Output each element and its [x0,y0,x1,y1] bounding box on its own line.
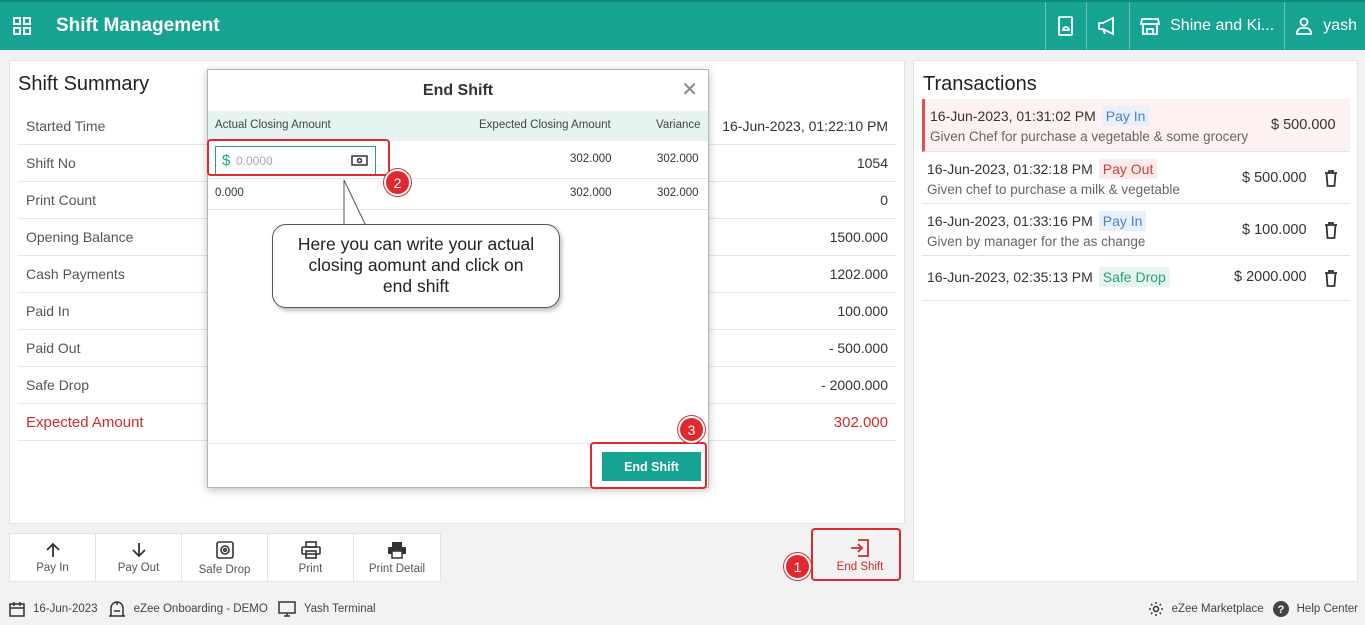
footer-date: 16-Jun-2023 [9,601,98,617]
dialog-table-header: Actual Closing Amount Expected Closing A… [208,111,708,141]
help-icon: ? [1272,600,1289,617]
delete-icon[interactable] [1324,169,1338,187]
summary-value: 100.000 [837,303,888,319]
app-header: Shift Management Shine and Ki... yash [0,0,1365,50]
transaction-amount: $ 2000.000 [1234,269,1307,285]
footer-terminal: Yash Terminal [278,600,376,617]
shift-toolbar: Pay In Pay Out Safe Drop Print Print Det… [9,533,441,582]
col-expected-closing: Expected Closing Amount [479,119,611,131]
transactions-panel: Transactions 16-Jun-2023, 01:31:02 PM Pa… [913,60,1358,582]
variance-value: 302.000 [657,153,699,165]
summary-value: 1500.000 [829,229,888,245]
summary-value: - 2000.000 [821,377,888,393]
announcement-button[interactable] [1086,2,1129,50]
marketplace-link[interactable]: eZee Marketplace [1148,601,1264,617]
summary-value: 0 [880,192,888,208]
calendar-icon [9,601,25,617]
transaction-amount: $ 100.000 [1242,222,1307,238]
transaction-datetime: 16-Jun-2023, 01:32:18 PM [927,161,1093,177]
arrow-down-icon [131,542,146,557]
user-menu[interactable]: yash [1284,2,1365,50]
summary-label: Paid In [26,303,70,319]
transaction-datetime: 16-Jun-2023, 01:33:16 PM [927,213,1093,229]
delete-icon[interactable] [1324,221,1338,239]
transaction-amount: $ 500.000 [1242,170,1307,186]
summary-value: - 500.000 [828,340,888,356]
transaction-description: Given chef to purchase a milk & vegetabl… [927,182,1180,197]
summary-value: 16-Jun-2023, 01:22:10 PM [722,118,888,134]
transaction-description: Given by manager for the as change [927,234,1146,249]
step-marker-3: 3 [678,416,705,443]
transaction-type-badge: Pay Out [1098,159,1158,179]
store-icon [1140,18,1161,35]
summary-label: Shift No [26,155,76,171]
tutorial-callout: Here you can write your actual closing a… [272,224,560,308]
printer-icon [300,540,321,559]
printer-detail-icon [388,541,406,559]
apps-grid-icon[interactable] [0,2,44,50]
safe-drop-button[interactable]: Safe Drop [182,534,268,581]
transaction-amount: $ 500.000 [1271,117,1336,133]
arrow-up-icon [45,542,60,557]
help-center-link[interactable]: ? Help Center [1272,600,1358,617]
print-detail-button[interactable]: Print Detail [354,534,440,581]
shift-summary-title: Shift Summary [18,73,150,95]
gear-icon [1148,601,1163,616]
summary-label: Cash Payments [26,266,125,282]
transaction-type-badge: Pay In [1098,211,1147,231]
room-service-icon [1058,16,1074,36]
transaction-item[interactable]: 16-Jun-2023, 02:35:13 PM Safe Drop $ 200… [922,256,1350,301]
user-name: yash [1323,17,1357,34]
delete-icon[interactable] [1324,269,1338,287]
safe-icon [215,540,234,559]
summary-label: Started Time [26,118,106,134]
transaction-description: Given Chef for purchase a vegetable & so… [930,129,1249,144]
total-variance-value: 302.000 [657,187,699,199]
highlight-end-shift-button [590,442,707,489]
print-button[interactable]: Print [268,534,354,581]
step-marker-2: 2 [384,169,411,196]
summary-value: 302.000 [833,413,888,431]
svg-text:?: ? [1277,604,1284,616]
summary-value: 1202.000 [829,266,888,282]
footer-outlet: eZee Onboarding - DEMO [108,600,268,617]
megaphone-icon [1098,16,1115,36]
monitor-icon [278,600,296,617]
transaction-datetime: 16-Jun-2023, 01:31:02 PM [930,108,1096,124]
col-variance: Variance [656,119,701,131]
pay-out-button[interactable]: Pay Out [96,534,182,581]
callout-pointer [343,179,367,227]
summary-label: Safe Drop [26,377,90,393]
expected-closing-value: 302.000 [570,153,612,165]
summary-label: Paid Out [26,340,81,356]
summary-value: 1054 [856,155,888,171]
transaction-item[interactable]: 16-Jun-2023, 01:32:18 PM Pay Out Given c… [922,152,1350,204]
close-icon[interactable]: ✕ [681,80,698,100]
total-expected-value: 302.000 [570,187,612,199]
summary-label: Opening Balance [26,229,134,245]
page-title: Shift Management [56,15,220,36]
user-icon [1296,17,1313,35]
outlet-icon [108,600,125,617]
transaction-item[interactable]: 16-Jun-2023, 01:31:02 PM Pay In Given Ch… [922,99,1350,152]
highlight-end-shift-toolbar [811,528,901,581]
room-service-button[interactable] [1045,2,1086,50]
transaction-item[interactable]: 16-Jun-2023, 01:33:16 PM Pay In Given by… [922,204,1350,256]
transaction-type-badge: Pay In [1101,106,1150,126]
closing-total-row: 0.000 302.000 302.000 [208,179,708,210]
store-selector[interactable]: Shine and Ki... [1129,2,1284,50]
store-name: Shine and Ki... [1170,17,1275,34]
transaction-type-badge: Safe Drop [1098,267,1170,287]
transactions-title: Transactions [923,73,1037,95]
transaction-datetime: 16-Jun-2023, 02:35:13 PM [927,269,1093,285]
status-bar: 16-Jun-2023 eZee Onboarding - DEMO Yash … [0,592,1365,625]
dialog-title: End Shift [422,82,494,99]
highlight-closing-input [207,139,390,176]
step-marker-1: 1 [784,553,811,580]
col-actual-closing: Actual Closing Amount [215,119,331,131]
summary-label: Print Count [26,192,97,208]
total-actual-value: 0.000 [215,187,244,199]
summary-label: Expected Amount [26,413,144,431]
pay-in-button[interactable]: Pay In [10,534,96,581]
